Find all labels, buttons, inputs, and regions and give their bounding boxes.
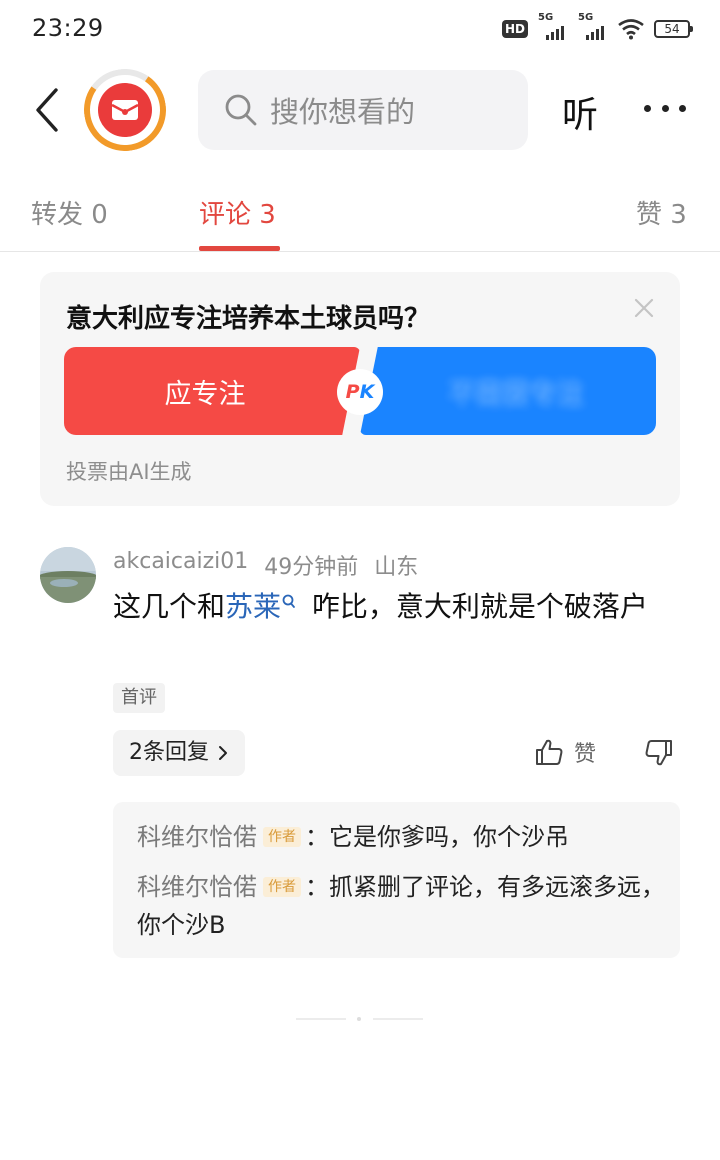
reply-item[interactable]: 科维尔恰偌 作者 ：抓紧删了评论，有多远滚多远，你个沙B [137,868,667,944]
thumbs-down-icon [645,740,672,766]
tab-reposts[interactable]: 转发 0 [31,194,108,231]
poll-option-right[interactable]: 不需要专注 [360,347,656,435]
comment-text: 这几个和苏莱 咋比，意大利就是个破落户 [113,590,648,623]
comment-meta: akcaicaizi01 49分钟前 山东 [113,549,418,581]
search-input[interactable]: 搜你想看的 [198,70,528,150]
envelope-icon [111,100,139,120]
tab-bar: 转发 0 评论 3 赞 3 [0,186,720,252]
reply-text: ：它是你爹吗，你个沙吊 [305,823,569,851]
avatar[interactable] [40,547,96,603]
loading-line-left [296,1018,346,1020]
signal-icon-1: 5G [538,12,568,40]
author-badge: 作者 [263,827,301,847]
reply-author[interactable]: 科维尔恰偌 [137,873,257,901]
comment-link[interactable]: 苏莱 [225,590,281,623]
poll-option-left[interactable]: 应专注 [64,347,360,435]
listen-button[interactable]: 听 [562,86,598,138]
status-time: 23:29 [32,14,104,42]
first-comment-badge: 首评 [113,683,165,713]
link-search-icon [282,594,295,608]
avatar-image [40,547,96,603]
status-bar: 23:29 HD 5G 5G 54 [0,0,720,58]
poll-card: 意大利应专注培养本土球员吗？ 应专注 不需要专注 PK 投票由AI生成 [40,272,680,506]
app-logo-icon[interactable] [98,83,152,137]
status-icons: HD 5G 5G 54 [501,12,693,42]
close-icon[interactable] [632,296,656,320]
tab-comments[interactable]: 评论 3 [199,194,276,231]
pk-badge: PK [337,369,383,415]
wifi-icon [618,19,644,40]
author-badge: 作者 [263,877,301,897]
more-dots-icon[interactable] [644,98,686,118]
poll-footnote: 投票由AI生成 [66,460,192,484]
dislike-button[interactable] [644,738,674,772]
tab-likes[interactable]: 赞 3 [636,194,687,231]
thumbs-up-icon [536,739,563,765]
chevron-right-icon [219,746,227,760]
active-tab-indicator [199,246,280,251]
comment-location: 山东 [374,555,419,580]
search-placeholder: 搜你想看的 [270,95,416,129]
search-icon [225,94,257,126]
comment-username[interactable]: akcaicaizi01 [113,549,248,581]
battery-icon: 54 [654,20,693,38]
like-label: 赞 [574,742,597,767]
poll-option-right-label: 不需要专注 [448,378,584,410]
signal-icon-2: 5G [578,12,608,40]
loading-line-right [373,1018,423,1020]
view-replies-button[interactable]: 2条回复 [113,730,245,776]
hd-icon: HD [501,20,528,38]
reply-author[interactable]: 科维尔恰偌 [137,823,257,851]
like-button[interactable]: 赞 [534,736,596,768]
poll-question: 意大利应专注培养本土球员吗？ [66,304,431,334]
loading-dot [357,1017,361,1021]
reply-item[interactable]: 科维尔恰偌 作者 ：它是你爹吗，你个沙吊 [137,818,667,856]
header: 搜你想看的 听 [0,62,720,158]
reply-list: 科维尔恰偌 作者 ：它是你爹吗，你个沙吊 科维尔恰偌 作者 ：抓紧删了评论，有多远滚多远… [113,802,680,958]
poll-option-left-label: 应专注 [164,378,246,410]
replies-label: 2条回复 [129,740,209,765]
back-arrow-icon[interactable] [28,84,68,136]
comment-time: 49分钟前 [264,555,359,580]
